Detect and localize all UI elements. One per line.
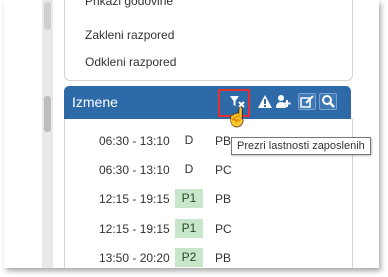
list-item[interactable]: 06:30 - 13:10 D PC <box>65 160 352 180</box>
shift-time: 06:30 - 13:10 <box>99 134 170 148</box>
panel-title: Izmene <box>72 94 118 110</box>
warning-button[interactable] <box>256 93 274 110</box>
shift-code: P2 <box>175 248 203 267</box>
context-menu: Prikazi godovine Zakleni razpored Odklen… <box>64 0 353 81</box>
vertical-scrollbar[interactable] <box>42 0 53 268</box>
shift-time: 06:30 - 13:10 <box>99 163 170 177</box>
scrollbar-thumb-top[interactable] <box>44 2 51 30</box>
shift-code: D <box>184 162 194 176</box>
list-item[interactable]: 12:15 - 19:15 P1 PC <box>65 219 352 239</box>
hand-cursor-icon: ☝ <box>226 107 249 127</box>
shift-location: PB <box>215 251 232 265</box>
menu-item-zakleni-razpored[interactable]: Zakleni razpored <box>85 28 174 42</box>
menu-item-odkleni-razpored[interactable]: Odkleni razpored <box>85 55 176 69</box>
shift-code: D <box>184 133 194 147</box>
shift-time: 13:50 - 20:20 <box>99 251 170 265</box>
people-icon <box>276 95 291 108</box>
edit-icon <box>300 95 314 108</box>
search-icon <box>322 95 335 108</box>
shift-location: PC <box>215 222 232 236</box>
shift-code: P1 <box>175 219 203 238</box>
tooltip: Prezri lastnosti zaposlenih <box>231 137 371 155</box>
menu-item-prikazi-godovine[interactable]: Prikazi godovine <box>85 0 173 8</box>
search-button[interactable] <box>319 93 337 110</box>
app-window: Prikazi godovine Zakleni razpored Odklen… <box>4 0 379 268</box>
edit-button[interactable] <box>298 93 316 110</box>
list-item[interactable]: 13:50 - 20:20 P2 PB <box>65 248 352 268</box>
shift-location: PB <box>215 134 232 148</box>
shift-code: P1 <box>175 189 203 208</box>
people-button[interactable] <box>275 93 293 110</box>
shift-location: PB <box>215 192 232 206</box>
list-item[interactable]: 12:15 - 19:15 P1 PB <box>65 189 352 209</box>
shift-time: 12:15 - 19:15 <box>99 192 170 206</box>
scrollbar-thumb[interactable] <box>44 96 51 132</box>
panel-header: Izmene <box>64 86 351 119</box>
shift-time: 12:15 - 19:15 <box>99 222 170 236</box>
shift-location: PC <box>215 163 232 177</box>
warning-icon <box>258 95 272 108</box>
